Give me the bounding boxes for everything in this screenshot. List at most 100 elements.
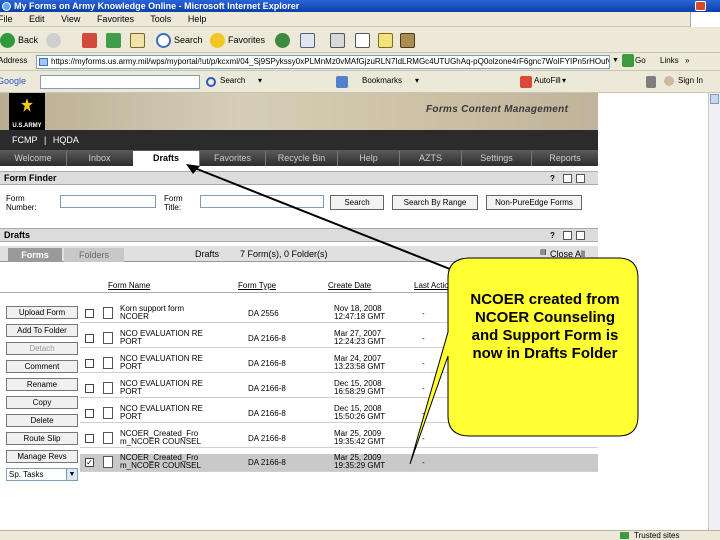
minimize-icon[interactable] bbox=[563, 174, 572, 183]
drafts-help-icon[interactable]: ? bbox=[550, 231, 559, 240]
links-chevron-icon[interactable]: » bbox=[685, 56, 689, 65]
row-form-name-cont[interactable]: NCOER bbox=[120, 313, 230, 321]
row-checkbox[interactable] bbox=[85, 334, 94, 343]
row-form-name-cont[interactable]: PORT bbox=[120, 338, 230, 346]
tab-welcome[interactable]: Welcome bbox=[0, 151, 66, 166]
mail-button[interactable] bbox=[300, 31, 318, 49]
maximize-icon[interactable] bbox=[576, 174, 585, 183]
rename-button[interactable]: Rename bbox=[6, 378, 78, 391]
home-button[interactable] bbox=[130, 31, 148, 49]
nav-fcmp[interactable]: FCMP bbox=[12, 135, 38, 145]
row-checkbox[interactable] bbox=[85, 359, 94, 368]
tasks-select[interactable]: Sp. Tasks ▼ bbox=[6, 468, 78, 481]
route-slip-button[interactable]: Route Slip bbox=[6, 432, 78, 445]
sign-in-link[interactable]: Sign In bbox=[678, 76, 703, 85]
history-button[interactable] bbox=[275, 31, 293, 49]
comment-button[interactable]: Comment bbox=[6, 360, 78, 373]
row-form-name-cont[interactable]: PORT bbox=[120, 413, 230, 421]
copy-button[interactable]: Copy bbox=[6, 396, 78, 409]
army-label: U.S.ARMY bbox=[12, 123, 42, 129]
col-form-name[interactable]: Form Name bbox=[108, 279, 150, 293]
address-input[interactable]: https://myforms.us.army.mil/wps/myportal… bbox=[36, 55, 610, 69]
links-button[interactable]: Links bbox=[660, 56, 679, 65]
row-form-name-cont[interactable]: PORT bbox=[120, 388, 230, 396]
search-button[interactable]: Search bbox=[330, 195, 384, 210]
print-button[interactable] bbox=[330, 31, 348, 49]
google-search-input[interactable] bbox=[40, 75, 200, 89]
subtab-forms[interactable]: Forms bbox=[8, 248, 62, 262]
autofill-chevron-icon[interactable]: ▾ bbox=[562, 76, 566, 85]
upload-form-button[interactable]: Upload Form bbox=[6, 306, 78, 319]
user-icon bbox=[664, 76, 674, 86]
stop-button[interactable] bbox=[82, 31, 100, 49]
row-form-name-cont[interactable]: m_NCOER COUNSEL bbox=[120, 438, 230, 446]
form-title-input[interactable] bbox=[200, 195, 324, 208]
tab-drafts[interactable]: Drafts bbox=[133, 151, 199, 166]
google-search-button[interactable]: Search bbox=[220, 76, 245, 85]
refresh-button[interactable] bbox=[106, 31, 124, 49]
nav-hqda[interactable]: HQDA bbox=[53, 135, 79, 145]
address-dropdown-icon[interactable]: ▼ bbox=[612, 57, 619, 64]
tab-help[interactable]: Help bbox=[337, 151, 399, 166]
drafts-maximize-icon[interactable] bbox=[576, 231, 585, 240]
add-to-folder-button[interactable]: Add To Folder bbox=[6, 324, 78, 337]
back-arrow-icon bbox=[0, 32, 15, 48]
tab-inbox[interactable]: Inbox bbox=[66, 151, 132, 166]
search-button[interactable]: Search bbox=[156, 31, 203, 49]
research-button[interactable] bbox=[400, 31, 418, 49]
menu-file[interactable]: File bbox=[0, 14, 13, 24]
google-search-icon[interactable] bbox=[206, 77, 216, 87]
menu-edit[interactable]: Edit bbox=[29, 14, 45, 24]
form-number-input[interactable] bbox=[60, 195, 156, 208]
non-pureedge-forms-button[interactable]: Non-PureEdge Forms bbox=[486, 195, 582, 210]
delete-button[interactable]: Delete bbox=[6, 414, 78, 427]
go-arrow-icon[interactable] bbox=[622, 54, 634, 67]
army-logo[interactable]: U.S.ARMY bbox=[9, 93, 45, 130]
bookmarks-chevron-icon[interactable]: ▾ bbox=[415, 76, 419, 85]
row-form-name-cont[interactable]: m_NCOER COUNSEL bbox=[120, 462, 230, 470]
menu-view[interactable]: View bbox=[61, 14, 80, 24]
menu-help[interactable]: Help bbox=[188, 14, 207, 24]
close-all-link[interactable]: Close All bbox=[550, 249, 585, 259]
row-form-name-cont[interactable]: PORT bbox=[120, 363, 230, 371]
select-arrow-icon: ▼ bbox=[66, 469, 77, 480]
tab-reports[interactable]: Reports bbox=[531, 151, 598, 166]
google-toolbar: Google Search ▾ Bookmarks ▾ AutoFill ▾ S… bbox=[0, 71, 720, 93]
tab-recycle-bin[interactable]: Recycle Bin bbox=[265, 151, 337, 166]
page-scrollbar[interactable] bbox=[708, 93, 720, 530]
menu-favorites[interactable]: Favorites bbox=[97, 14, 134, 24]
row-checkbox[interactable] bbox=[85, 434, 94, 443]
row-checkbox[interactable] bbox=[85, 309, 94, 318]
menu-tools[interactable]: Tools bbox=[150, 14, 171, 24]
close-window-icon[interactable] bbox=[695, 1, 706, 11]
drafts-minimize-icon[interactable] bbox=[563, 231, 572, 240]
col-create-date[interactable]: Create Date bbox=[328, 279, 371, 293]
notes-button[interactable] bbox=[378, 31, 396, 49]
favorites-button[interactable]: Favorites bbox=[210, 31, 265, 49]
back-button[interactable]: Back bbox=[0, 31, 38, 49]
tab-favorites[interactable]: Favorites bbox=[199, 151, 265, 166]
bookmarks-button[interactable]: Bookmarks bbox=[362, 76, 402, 85]
help-icon[interactable]: ? bbox=[550, 174, 559, 183]
scroll-up-icon[interactable] bbox=[710, 94, 719, 104]
settings-wrench-icon[interactable] bbox=[646, 76, 656, 88]
table-row-selected[interactable]: ✓ NCOER_Created_Fro m_NCOER COUNSEL DA 21… bbox=[80, 454, 598, 472]
forward-button[interactable] bbox=[46, 31, 64, 49]
row-last-action: - bbox=[422, 434, 425, 443]
go-button[interactable]: Go bbox=[635, 56, 646, 65]
col-form-type[interactable]: Form Type bbox=[238, 279, 276, 293]
edit-button[interactable] bbox=[355, 31, 373, 49]
google-search-chevron-icon[interactable]: ▾ bbox=[258, 76, 262, 85]
row-checkbox-checked[interactable]: ✓ bbox=[85, 458, 94, 467]
subtab-folders[interactable]: Folders bbox=[64, 248, 124, 262]
col-last-action[interactable]: Last Action bbox=[414, 279, 453, 293]
detach-button[interactable]: Detach bbox=[6, 342, 78, 355]
autofill-button[interactable]: AutoFill bbox=[534, 76, 561, 85]
manage-revs-button[interactable]: Manage Revs bbox=[6, 450, 78, 463]
table-row[interactable]: NCOER_Created_Fro m_NCOER COUNSEL DA 2166… bbox=[80, 430, 598, 448]
search-by-range-button[interactable]: Search By Range bbox=[392, 195, 478, 210]
tab-settings[interactable]: Settings bbox=[461, 151, 531, 166]
row-checkbox[interactable] bbox=[85, 384, 94, 393]
row-checkbox[interactable] bbox=[85, 409, 94, 418]
tab-azts[interactable]: AZTS bbox=[399, 151, 461, 166]
